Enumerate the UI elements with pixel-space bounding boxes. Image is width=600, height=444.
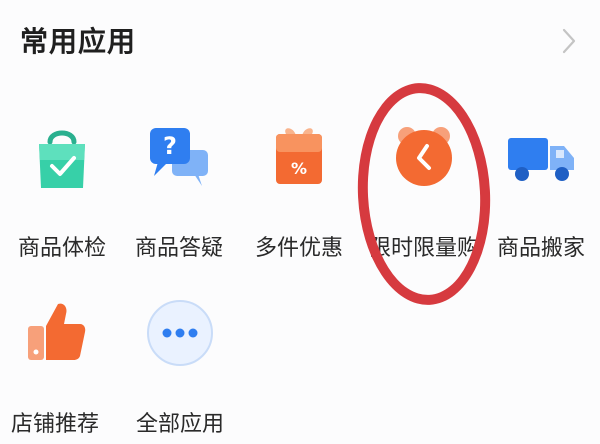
percent-gift-box-icon: % (276, 128, 322, 184)
app-label: 限时限量购 (369, 236, 480, 261)
app-label: 全部应用 (135, 412, 224, 437)
app-label: 商品搬家 (496, 236, 585, 261)
thumbs-up-icon (28, 303, 86, 360)
more-dots-icon (147, 300, 213, 366)
app-label: 多件优惠 (254, 236, 343, 261)
question-chat-bubbles-icon: ? (150, 128, 208, 186)
app-item-product-qa[interactable]: ? 商品答疑 (124, 120, 234, 280)
delivery-truck-icon (508, 138, 574, 181)
app-label: 商品体检 (17, 236, 106, 261)
app-item-multi-item-discount[interactable]: % 多件优惠 (244, 120, 354, 280)
app-item-product-checkup[interactable]: 商品体检 (7, 120, 117, 280)
app-label: 店铺推荐 (10, 412, 99, 437)
svg-text:%: % (291, 159, 307, 178)
shopping-bag-check-icon (39, 130, 85, 188)
app-label: 商品答疑 (134, 236, 223, 261)
app-item-flash-sale[interactable]: 限时限量购 (369, 120, 479, 280)
alarm-clock-icon (396, 127, 452, 186)
app-item-store-recommend[interactable]: 店铺推荐 (0, 296, 110, 444)
section-title: 常用应用 (20, 25, 137, 58)
app-item-all-apps[interactable]: 全部应用 (125, 296, 235, 444)
common-apps-panel: 常用应用 商品体检 ? 商品答疑 % 多件优惠 限时限量购 商品搬家 店铺推荐 … (0, 0, 600, 444)
svg-text:?: ? (163, 132, 177, 160)
chevron-right-icon[interactable] (560, 26, 578, 56)
app-item-product-migration[interactable]: 商品搬家 (486, 120, 596, 280)
